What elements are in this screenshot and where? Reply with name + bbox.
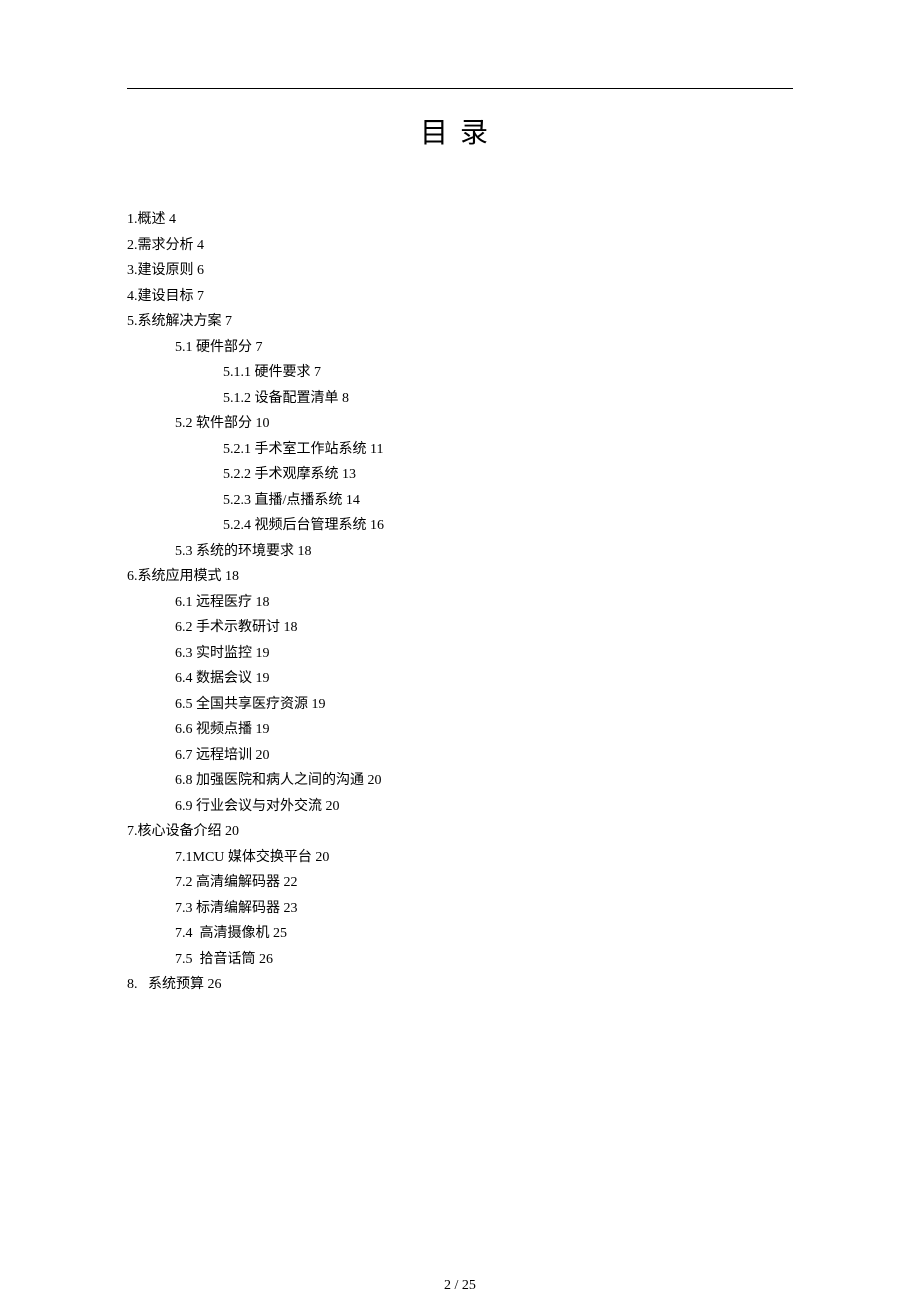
toc-entry[interactable]: 3.建设原则 6 [127,258,793,284]
toc-entry[interactable]: 5.3 系统的环境要求 18 [127,539,793,565]
toc-entry[interactable]: 6.7 远程培训 20 [127,743,793,769]
toc-entry[interactable]: 5.2 软件部分 10 [127,411,793,437]
toc-entry[interactable]: 6.2 手术示教研讨 18 [127,615,793,641]
toc-entry[interactable]: 2.需求分析 4 [127,233,793,259]
toc-entry[interactable]: 6.5 全国共享医疗资源 19 [127,692,793,718]
toc-entry[interactable]: 5.2.3 直播/点播系统 14 [127,488,793,514]
toc-entry[interactable]: 7.2 高清编解码器 22 [127,870,793,896]
toc-entry[interactable]: 6.8 加强医院和病人之间的沟通 20 [127,768,793,794]
toc-entry[interactable]: 5.1.2 设备配置清单 8 [127,386,793,412]
toc-entry[interactable]: 8. 系统预算 26 [127,972,793,998]
toc-entry[interactable]: 7.3 标清编解码器 23 [127,896,793,922]
toc-entry[interactable]: 6.1 远程医疗 18 [127,590,793,616]
toc-entry[interactable]: 7.5 拾音话筒 26 [127,947,793,973]
toc-entry[interactable]: 5.1 硬件部分 7 [127,335,793,361]
toc-entry[interactable]: 6.6 视频点播 19 [127,717,793,743]
toc-entry[interactable]: 6.9 行业会议与对外交流 20 [127,794,793,820]
toc-entry[interactable]: 7.4 高清摄像机 25 [127,921,793,947]
page-title: 目录 [127,111,793,151]
toc-entry[interactable]: 5.2.4 视频后台管理系统 16 [127,513,793,539]
table-of-contents: 1.概述 42.需求分析 43.建设原则 64.建设目标 75.系统解决方案 7… [127,207,793,998]
toc-entry[interactable]: 7.1MCU 媒体交换平台 20 [127,845,793,871]
top-divider [127,88,793,89]
toc-entry[interactable]: 6.4 数据会议 19 [127,666,793,692]
toc-entry[interactable]: 5.系统解决方案 7 [127,309,793,335]
toc-entry[interactable]: 6.3 实时监控 19 [127,641,793,667]
toc-entry[interactable]: 5.1.1 硬件要求 7 [127,360,793,386]
page-container: 目录 1.概述 42.需求分析 43.建设原则 64.建设目标 75.系统解决方… [0,0,920,1302]
page-number: 2 / 25 [0,1278,920,1302]
toc-entry[interactable]: 5.2.1 手术室工作站系统 11 [127,437,793,463]
toc-entry[interactable]: 7.核心设备介绍 20 [127,819,793,845]
toc-entry[interactable]: 5.2.2 手术观摩系统 13 [127,462,793,488]
toc-entry[interactable]: 4.建设目标 7 [127,284,793,310]
toc-entry[interactable]: 1.概述 4 [127,207,793,233]
toc-entry[interactable]: 6.系统应用模式 18 [127,564,793,590]
